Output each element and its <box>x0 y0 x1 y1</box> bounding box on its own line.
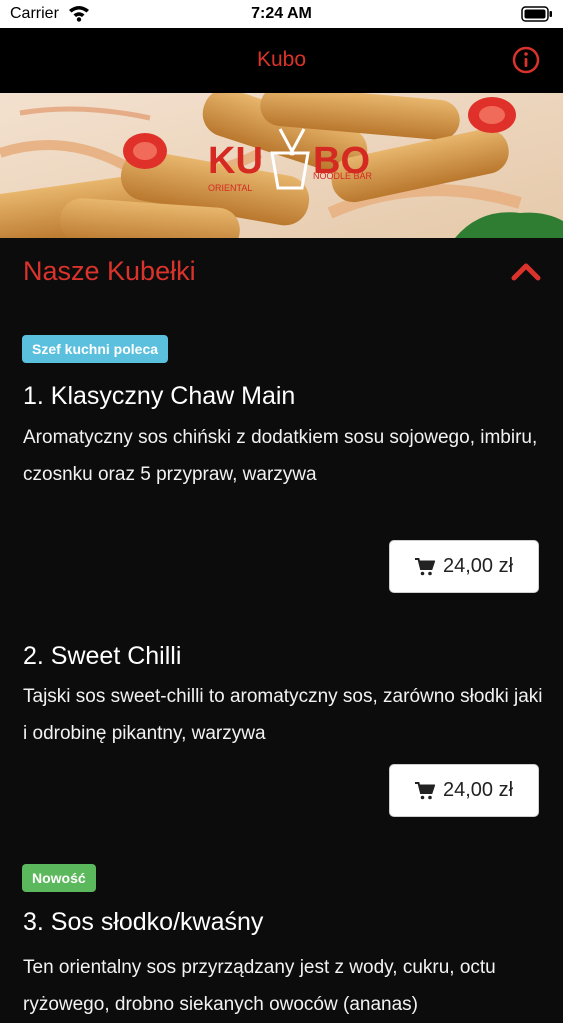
chevron-up-icon <box>511 263 541 281</box>
new-badge: Nowość <box>22 864 96 892</box>
battery-icon <box>521 6 553 27</box>
menu-item-description: Aromatyczny sos chiński z dodatkiem sosu… <box>23 427 538 485</box>
add-to-cart-button[interactable]: 24,00 zł <box>389 540 539 593</box>
menu-content: Nasze Kubełki Szef kuchni poleca 1. Klas… <box>0 238 563 1015</box>
price-label: 24,00 zł <box>442 779 514 801</box>
menu-item-description: Ten orientalny sos przyrządzany jest z w… <box>23 957 496 1015</box>
price-label: 24,00 zł <box>442 555 514 577</box>
add-to-cart-button[interactable]: 24,00 zł <box>389 764 539 817</box>
menu-item-title: 3. Sos słodko/kwaśny <box>23 908 264 936</box>
logo-subtitle-right: NOODLE BAR <box>313 171 373 181</box>
info-icon <box>512 46 540 74</box>
page-title: Kubo <box>256 48 307 71</box>
clock: 7:24 AM <box>251 5 312 22</box>
section-header-toggle[interactable]: Nasze Kubełki <box>0 238 563 310</box>
cart-icon <box>414 781 435 799</box>
menu-item-description: Tajski sos sweet-chilli to aromatyczny s… <box>23 686 543 744</box>
cart-icon <box>414 557 435 575</box>
menu-item-title: 2. Sweet Chilli <box>23 642 182 670</box>
logo-text-left: KU <box>208 140 263 182</box>
section-title: Nasze Kubełki <box>23 256 196 286</box>
hero-banner: KU BO ORIENTAL NOODLE BAR <box>0 93 563 238</box>
info-button[interactable] <box>511 45 541 75</box>
chef-recommends-badge: Szef kuchni poleca <box>22 335 169 363</box>
navigation-bar: Kubo <box>0 28 563 93</box>
menu-item-title: 1. Klasyczny Chaw Main <box>23 382 296 410</box>
logo-subtitle-left: ORIENTAL <box>208 183 252 193</box>
status-bar: Carrier 7:24 AM <box>0 0 563 28</box>
